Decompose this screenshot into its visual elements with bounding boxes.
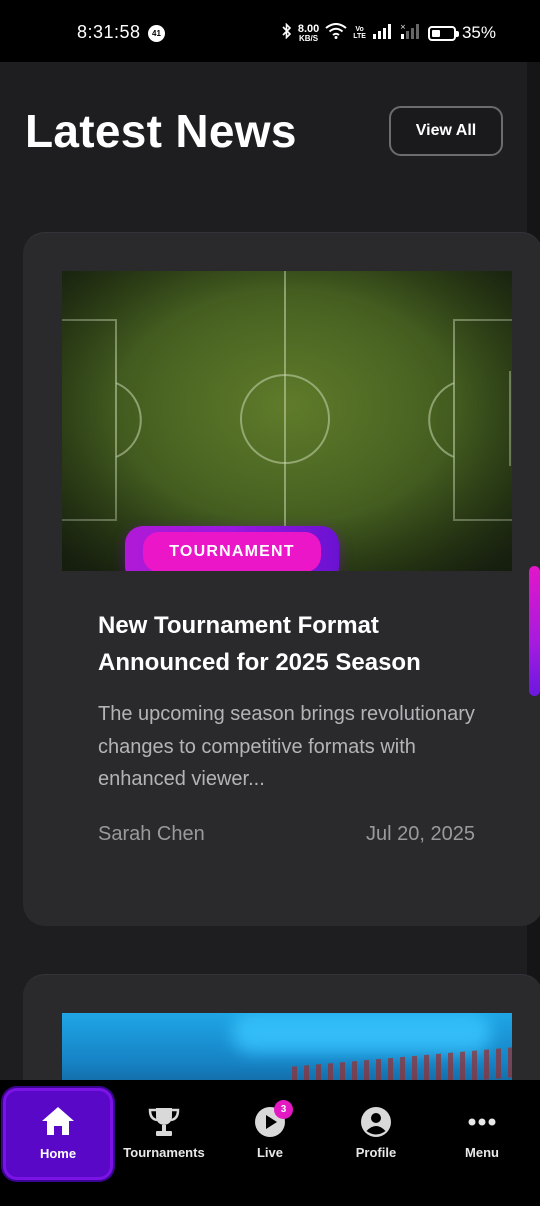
- notification-count-badge: 41: [148, 25, 165, 42]
- nav-label-profile: Profile: [355, 1145, 397, 1160]
- network-speed: 8.00 KB/S: [298, 23, 319, 43]
- battery-icon: [427, 25, 459, 41]
- article-title[interactable]: New Tournament Format Announced for 2025…: [98, 607, 498, 681]
- battery-level: [431, 29, 441, 37]
- article-author: Sarah Chen: [98, 823, 205, 845]
- nav-item-live[interactable]: Live: [216, 1080, 324, 1180]
- status-bar: 8:31:58 41 8.00 KB/S Vo LTE × 35%: [0, 0, 540, 62]
- status-indicators: 8.00 KB/S Vo LTE × 35%: [282, 20, 496, 46]
- volte-bottom-text: LTE: [353, 33, 366, 40]
- gaming-setup-image: [62, 1013, 512, 1080]
- nav-label-live: Live: [256, 1145, 283, 1160]
- svg-text:×: ×: [400, 23, 406, 31]
- volte-top-text: Vo: [355, 26, 364, 33]
- user-icon: [360, 1106, 392, 1141]
- soccer-field-image: TOURNAMENT: [62, 271, 512, 571]
- article-date: Jul 20, 2025: [366, 823, 475, 845]
- view-all-button[interactable]: View All: [389, 106, 503, 156]
- nav-label-home: Home: [39, 1146, 77, 1161]
- news-card[interactable]: [23, 974, 540, 1080]
- home-icon: [40, 1105, 76, 1140]
- nav-label-tournaments: Tournaments: [123, 1145, 205, 1160]
- bluetooth-icon: [282, 22, 292, 44]
- nav-item-menu[interactable]: Menu: [428, 1080, 536, 1180]
- live-count-badge: 3: [274, 1100, 293, 1119]
- signal-2-icon: ×: [400, 23, 422, 44]
- bottom-nav: Home Tournaments Live 3 Profile Menu: [0, 1080, 540, 1206]
- main-content[interactable]: Latest News View All TOURNAMENT New Tour…: [0, 62, 540, 1080]
- image-glow: [232, 1013, 492, 1053]
- battery-percent: 35%: [461, 23, 496, 42]
- article-excerpt: The upcoming season brings revolutionary…: [98, 703, 475, 790]
- signal-icon: [372, 23, 394, 44]
- category-badge-label: TOURNAMENT: [143, 532, 321, 571]
- nav-label-menu: Menu: [465, 1145, 499, 1160]
- news-card[interactable]: TOURNAMENT New Tournament Format Announc…: [23, 232, 540, 926]
- nav-item-tournaments[interactable]: Tournaments: [110, 1080, 218, 1180]
- nav-item-profile[interactable]: Profile: [322, 1080, 430, 1180]
- status-time: 8:31:58: [77, 22, 141, 42]
- nav-item-home[interactable]: Home: [3, 1088, 113, 1180]
- wifi-icon: [325, 22, 347, 44]
- trophy-icon: [147, 1106, 181, 1141]
- page-title: Latest News: [25, 105, 297, 157]
- scrollbar-thumb[interactable]: [529, 566, 540, 696]
- category-badge: TOURNAMENT: [125, 526, 339, 571]
- more-icon: [466, 1106, 498, 1141]
- network-speed-unit: KB/S: [298, 33, 319, 43]
- volte-indicator: Vo LTE: [353, 26, 366, 40]
